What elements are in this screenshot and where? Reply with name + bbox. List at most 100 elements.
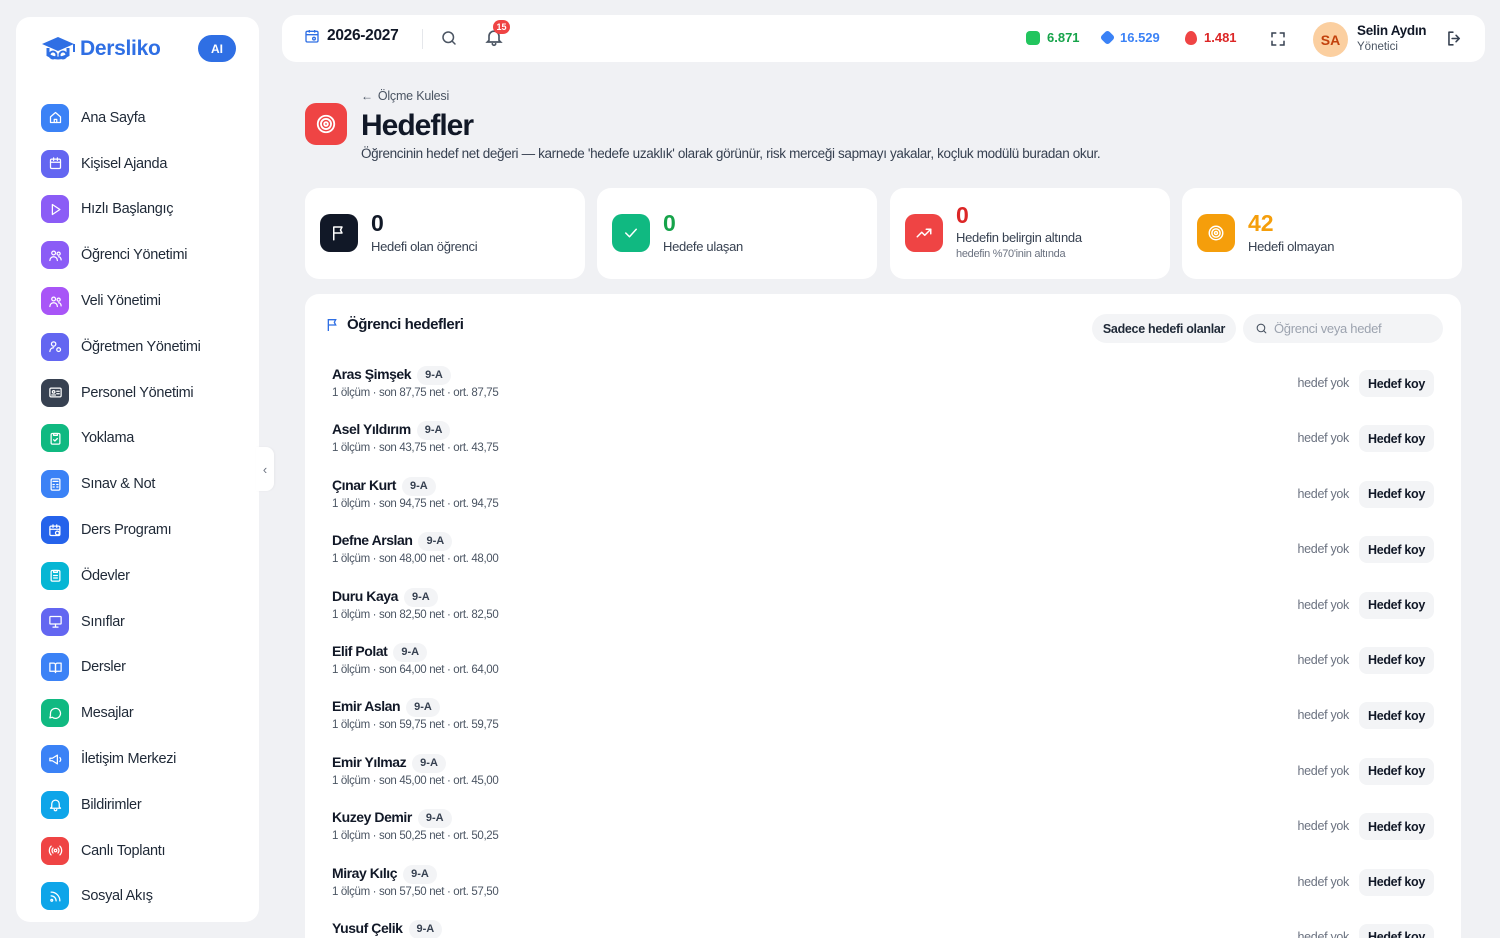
table-row: Defne Arslan 9-A 1 ölçüm · son 48,00 net ·…	[305, 526, 1461, 581]
set-goal-button[interactable]: Hedef koy	[1359, 480, 1434, 508]
calendar-icon	[305, 30, 319, 43]
sidebar-item-bildirimler[interactable]: Bildirimler	[41, 782, 241, 828]
sidebar-item-hızlı-başlangıç[interactable]: Hızlı Başlangıç	[41, 187, 241, 233]
sidebar-item-label: Bildirimler	[81, 796, 142, 813]
table-row: Yusuf Çelik 9-A hedef yok Hedef koy	[305, 914, 1461, 938]
target-icon	[305, 103, 347, 145]
sidebar-item-ders-programı[interactable]: Ders Programı	[41, 507, 241, 553]
sidebar-item-label: Ders Programı	[81, 522, 172, 539]
sidebar-item-i-letişim-merkezi[interactable]: İletişim Merkezi	[41, 736, 241, 782]
set-goal-button[interactable]: Hedef koy	[1359, 757, 1434, 785]
brand-logo[interactable]: Dersliko	[38, 31, 161, 67]
only-with-goal-filter-button[interactable]: Sadece hedefi olanlar	[1092, 314, 1236, 343]
sidebar-item-öğretmen-yönetimi[interactable]: Öğretmen Yönetimi	[41, 324, 241, 370]
class-badge: 9-A	[412, 753, 446, 773]
sidebar-item-label: Veli Yönetimi	[81, 293, 161, 310]
student-name[interactable]: Kuzey Demir 9-A	[332, 809, 452, 829]
sidebar-item-label: Dersler	[81, 659, 126, 676]
measurement-summary: 1 ölçüm · son 59,75 net · ort. 59,75	[332, 719, 499, 732]
class-badge: 9-A	[393, 642, 428, 662]
sidebar-item-kişisel-ajanda[interactable]: Kişisel Ajanda	[41, 141, 241, 187]
student-name[interactable]: Elif Polat 9-A	[332, 642, 428, 662]
set-goal-button[interactable]: Hedef koy	[1359, 591, 1434, 619]
avatar[interactable]: SA	[1313, 22, 1348, 57]
table-row: Kuzey Demir 9-A 1 ölçüm · son 50,25 net · …	[305, 803, 1461, 858]
sidebar-item-label: Canlı Toplantı	[81, 842, 166, 859]
card-sub: hedefin %70'inin altında	[956, 248, 1066, 260]
divider	[422, 29, 423, 49]
sidebar-item-label: Hızlı Başlangıç	[81, 201, 174, 218]
student-name[interactable]: Miray Kılıç 9-A	[332, 864, 437, 884]
student-name-text: Çınar Kurt	[332, 476, 396, 493]
search-box	[1243, 314, 1443, 343]
sidebar-item-ödevler[interactable]: Ödevler	[41, 553, 241, 599]
gem-stat-green[interactable]: 6.871	[1026, 30, 1080, 45]
search-icon[interactable]	[440, 29, 458, 47]
sidebar-item-ana-sayfa[interactable]: Ana Sayfa	[41, 95, 241, 141]
class-badge: 9-A	[401, 476, 436, 496]
sidebar-item-sınav-not[interactable]: Sınav & Not	[41, 461, 241, 507]
goal-status: hedef yok	[1297, 819, 1349, 834]
gem-stat-blue[interactable]: 16.529	[1099, 29, 1160, 46]
student-name[interactable]: Aras Şimşek 9-A	[332, 366, 451, 385]
sidebar-item-sosyal-akış[interactable]: Sosyal Akış	[41, 874, 241, 920]
sidebar-nav: Ana Sayfa Kişisel Ajanda Hızlı Başlangıç Öğ…	[41, 95, 241, 919]
sidebar-item-label: Ana Sayfa	[81, 109, 146, 126]
sidebar-item-personel-yönetimi[interactable]: Personel Yönetimi	[41, 370, 241, 416]
set-goal-button[interactable]: Hedef koy	[1359, 923, 1434, 938]
measurement-summary: 1 ölçüm · son 50,25 net · ort. 50,25	[332, 830, 499, 843]
table-row: Duru Kaya 9-A 1 ölçüm · son 82,50 net · or…	[305, 582, 1461, 637]
academic-year-selector[interactable]: 2026-2027	[304, 27, 399, 45]
set-goal-button[interactable]: Hedef koy	[1359, 646, 1434, 674]
sidebar-collapse-button[interactable]: ‹	[256, 447, 274, 491]
sidebar-item-yoklama[interactable]: Yoklama	[41, 416, 241, 462]
sidebar-item-label: Mesajlar	[81, 705, 134, 722]
sidebar-item-öğrenci-yönetimi[interactable]: Öğrenci Yönetimi	[41, 232, 241, 278]
breadcrumb[interactable]: ← Ölçme Kulesi	[361, 89, 449, 103]
student-name[interactable]: Emir Aslan 9-A	[332, 698, 440, 718]
rss-icon	[41, 882, 69, 911]
student-name[interactable]: Emir Yılmaz 9-A	[332, 753, 446, 773]
logout-icon[interactable]	[1445, 29, 1464, 48]
card-label: Hedefe ulaşan	[663, 239, 743, 254]
set-goal-button[interactable]: Hedef koy	[1359, 868, 1434, 896]
check-icon	[612, 214, 650, 252]
set-goal-button[interactable]: Hedef koy	[1359, 702, 1434, 730]
calendar-icon	[41, 149, 69, 178]
student-name[interactable]: Asel Yıldırım 9-A	[332, 421, 451, 441]
student-name[interactable]: Defne Arslan 9-A	[332, 532, 453, 552]
stat-value: 6.871	[1047, 30, 1080, 45]
calendar-clock-icon	[41, 516, 69, 545]
search-input[interactable]	[1274, 321, 1434, 336]
ai-button[interactable]: AI	[198, 35, 236, 62]
table-row: Aras Şimşek 9-A 1 ölçüm · son 87,75 net · …	[305, 360, 1461, 415]
set-goal-button[interactable]: Hedef koy	[1359, 370, 1434, 397]
sidebar-item-label: Ödevler	[81, 567, 130, 584]
academic-year: 2026-2027	[327, 27, 399, 44]
set-goal-button[interactable]: Hedef koy	[1359, 536, 1434, 564]
student-name[interactable]: Duru Kaya 9-A	[332, 587, 438, 607]
set-goal-button[interactable]: Hedef koy	[1359, 425, 1434, 453]
stat-card-below: 0 Hedefin belirgin altında hedefin %70'i…	[890, 188, 1170, 279]
student-name[interactable]: Çınar Kurt 9-A	[332, 476, 436, 496]
student-goals-panel: Öğrenci hedefleri Sadece hedefi olanlar …	[305, 294, 1461, 938]
sidebar-item-dersler[interactable]: Dersler	[41, 645, 241, 691]
student-name[interactable]: Yusuf Çelik 9-A	[332, 919, 443, 938]
flame-stat[interactable]: 1.481	[1185, 30, 1237, 45]
table-row: Çınar Kurt 9-A 1 ölçüm · son 94,75 net · o…	[305, 471, 1461, 526]
sidebar-item-mesajlar[interactable]: Mesajlar	[41, 690, 241, 736]
stat-value: 1.481	[1204, 30, 1237, 45]
sidebar-item-canlı-toplantı[interactable]: Canlı Toplantı	[41, 828, 241, 874]
goal-status: hedef yok	[1297, 708, 1349, 723]
card-label: Hedefi olan öğrenci	[371, 239, 478, 254]
flag-icon	[320, 214, 358, 252]
sidebar-item-label: Öğretmen Yönetimi	[81, 338, 201, 355]
brand-name: Dersliko	[80, 37, 161, 60]
measurement-summary: 1 ölçüm · son 64,00 net · ort. 64,00	[332, 663, 499, 676]
sidebar-item-veli-yönetimi[interactable]: Veli Yönetimi	[41, 278, 241, 324]
class-badge: 9-A	[416, 421, 451, 441]
set-goal-button[interactable]: Hedef koy	[1359, 813, 1434, 841]
card-value: 0	[371, 210, 384, 236]
fullscreen-icon[interactable]	[1269, 30, 1287, 48]
sidebar-item-sınıflar[interactable]: Sınıflar	[41, 599, 241, 645]
